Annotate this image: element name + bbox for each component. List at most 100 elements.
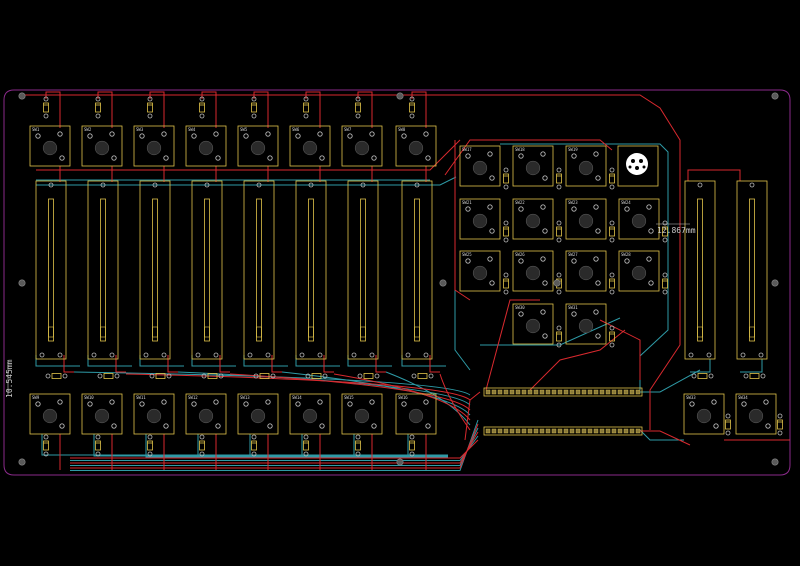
pad [161, 131, 167, 137]
diode-body [609, 173, 615, 184]
reference-designator: SW22 [515, 200, 525, 205]
header-pin [545, 389, 551, 395]
reference-designator: SW10 [84, 395, 94, 400]
diode-body [43, 440, 49, 451]
reference-designator: SW13 [240, 395, 250, 400]
switch-body [472, 265, 488, 281]
pad [199, 434, 205, 440]
pad [143, 352, 149, 358]
header-pin [587, 428, 593, 434]
fader-knob [204, 326, 210, 338]
pad [147, 113, 153, 119]
pad [688, 352, 694, 358]
diode-body [355, 102, 361, 113]
copper-trace [145, 434, 448, 458]
diode-body [303, 440, 309, 451]
pad [114, 373, 120, 379]
pad [247, 352, 253, 358]
reference-designator: SW14 [292, 395, 302, 400]
header-pin [497, 389, 503, 395]
pad [540, 204, 546, 210]
pad [503, 220, 509, 226]
header-pin [611, 389, 617, 395]
diode-footprint [556, 220, 562, 243]
diode-body [147, 102, 153, 113]
diode-body [409, 440, 415, 451]
diode-footprint [409, 96, 415, 119]
copper-trace [167, 355, 178, 373]
copper-trace [454, 140, 471, 301]
button-footprint: SW34 [735, 393, 777, 435]
fader-footprint [139, 180, 171, 360]
pad [251, 434, 257, 440]
button-footprint: SW15 [341, 393, 383, 435]
logo-footprint-icon [617, 145, 659, 187]
pad [725, 413, 731, 419]
pad [267, 423, 273, 429]
diode-footprint [609, 220, 615, 243]
button-footprint: SW16 [395, 393, 437, 435]
pad [57, 352, 63, 358]
button-footprint: SW21 [459, 198, 501, 240]
diode-body [95, 102, 101, 113]
fader-slot [697, 198, 703, 342]
pad [109, 131, 115, 137]
pad [556, 272, 562, 278]
reference-designator: SW31 [568, 305, 578, 310]
dimension-left-label: 10.545mm [5, 359, 14, 398]
diode-body [556, 331, 562, 342]
pad [624, 206, 630, 212]
pad [646, 256, 652, 262]
pad [401, 133, 407, 139]
reference-designator: SW8 [398, 127, 406, 132]
button-footprint: SW22 [512, 198, 554, 240]
reference-designator: SW12 [188, 395, 198, 400]
pin-header [483, 426, 643, 436]
pad [609, 220, 615, 226]
pad [518, 153, 524, 159]
header-pin [629, 389, 635, 395]
copper-trace [249, 434, 448, 457]
button-footprint: SW18 [512, 145, 554, 187]
diode-body [417, 373, 428, 379]
button-footprint: SW11 [133, 393, 175, 435]
button-footprint: SW10 [81, 393, 123, 435]
reference-designator: SW30 [515, 305, 525, 310]
pad [489, 175, 495, 181]
pad [556, 220, 562, 226]
pad [87, 133, 93, 139]
diode-footprint [97, 373, 120, 379]
pad [706, 352, 712, 358]
diode-footprint [303, 96, 309, 119]
pad [265, 399, 271, 405]
header-pin [557, 389, 563, 395]
diode-footprint [777, 413, 783, 436]
button-footprint: SW1 [29, 125, 71, 167]
fader-footprint [35, 180, 67, 360]
header-pin [503, 389, 509, 395]
switch-body [146, 140, 162, 156]
fader-outline [35, 180, 67, 360]
pad [423, 399, 429, 405]
diode-footprint [355, 96, 361, 119]
pad [428, 373, 434, 379]
header-pin [515, 428, 521, 434]
button-footprint: SW30 [512, 303, 554, 345]
switch-body [631, 213, 647, 229]
diode-footprint [199, 434, 205, 457]
diode-footprint [411, 373, 434, 379]
pad [518, 258, 524, 264]
pad [139, 401, 145, 407]
fader-slot [414, 198, 420, 342]
pad [593, 256, 599, 262]
header-pin [605, 389, 611, 395]
dimension-left: 10.545mm [5, 359, 14, 398]
header-pin [527, 389, 533, 395]
diode-footprint [662, 272, 668, 295]
switch-body [696, 408, 712, 424]
header-pin [569, 428, 575, 434]
reference-designator: SW17 [462, 147, 472, 152]
pad [191, 133, 197, 139]
header-pin [599, 428, 605, 434]
copper-trace [687, 169, 741, 181]
